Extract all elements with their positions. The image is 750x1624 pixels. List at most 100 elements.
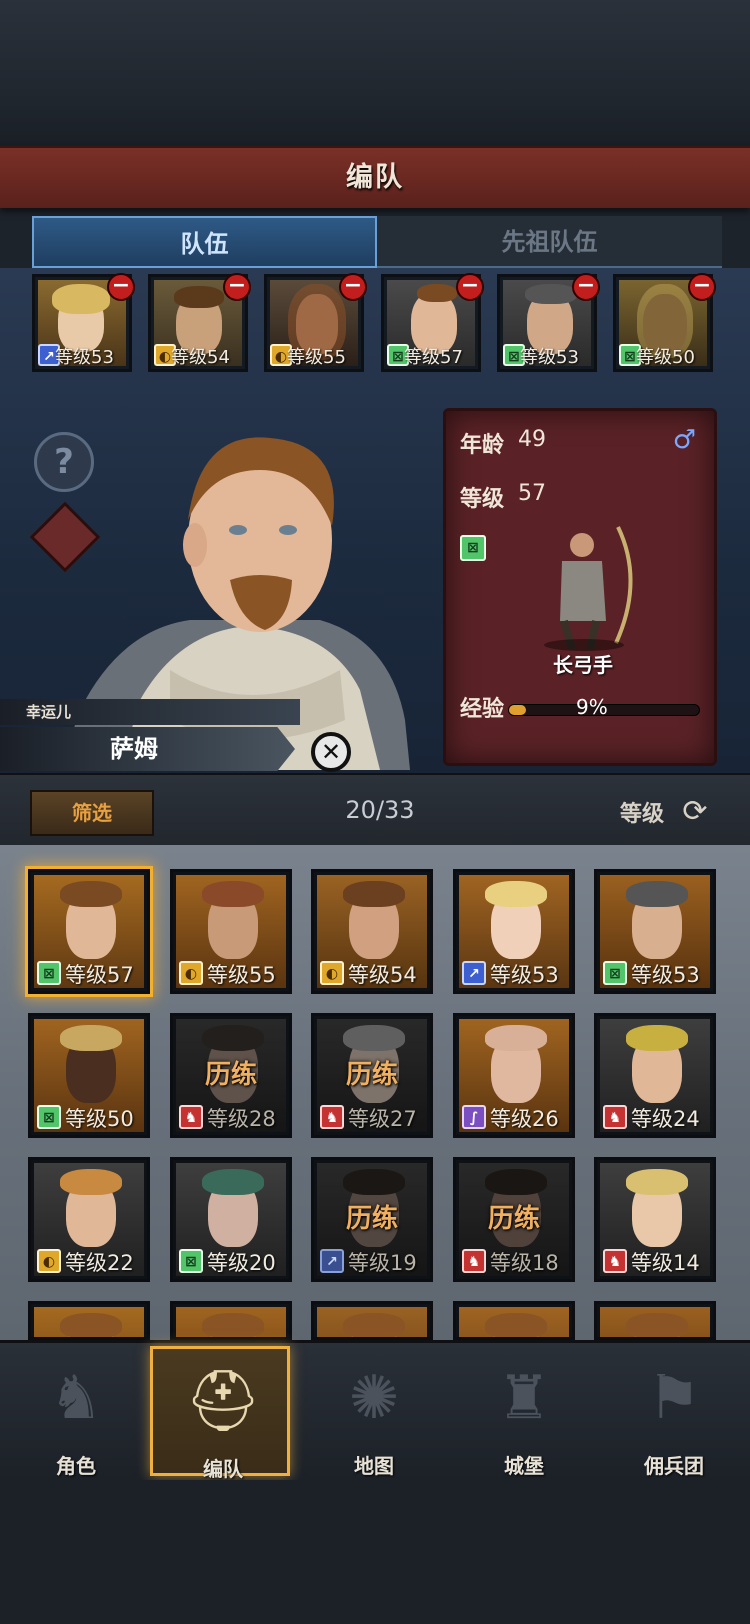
class-icon: ⊠: [179, 1249, 203, 1273]
tab-team[interactable]: 队伍: [32, 216, 377, 268]
trait-label: 幸运儿: [0, 699, 300, 725]
roster-hero-card[interactable]: [453, 1301, 575, 1340]
remove-icon[interactable]: −: [223, 273, 251, 301]
banner-icon: ⚑: [647, 1363, 701, 1433]
hero-level: 等级55: [207, 963, 276, 987]
hero-level: 等级18: [490, 1251, 559, 1275]
nav-label: 佣兵团: [644, 1454, 704, 1478]
sort-label[interactable]: 等级: [620, 796, 664, 828]
nav-mercenary[interactable]: ⚑ 佣兵团: [604, 1346, 744, 1478]
exp-label: 经验: [460, 697, 505, 722]
bow-icon: ⊠: [460, 535, 486, 561]
hero-info-card: 年龄 49 ♂ 等级 57 ⊠ 长弓手 经验 9%: [443, 408, 717, 766]
roster-hero-card[interactable]: ◐ 等级22: [28, 1157, 150, 1282]
hero-level: 等级24: [631, 1107, 700, 1131]
level-value: 57: [518, 481, 546, 506]
roster-hero-card[interactable]: ⊠ 等级53: [594, 869, 716, 994]
remove-icon[interactable]: −: [107, 273, 135, 301]
class-icon: ♞: [320, 1105, 344, 1129]
slot-level: 等级50: [636, 347, 695, 368]
team-slot[interactable]: − ⊠ 等级53: [497, 273, 600, 372]
page-title: 编队: [346, 162, 404, 193]
slot-level: 等级53: [520, 347, 579, 368]
close-icon[interactable]: ✕: [311, 732, 351, 772]
roster-hero-card[interactable]: ♞ 等级14: [594, 1157, 716, 1282]
slot-level: 等级54: [171, 347, 230, 368]
class-icon: ↗: [320, 1249, 344, 1273]
class-icon: ↗: [462, 961, 486, 985]
roster-hero-card[interactable]: [594, 1301, 716, 1340]
nav-label: 地图: [354, 1454, 394, 1478]
training-label: 历练: [204, 1060, 257, 1090]
roster-hero-card[interactable]: ⊠ 等级50: [28, 1013, 150, 1138]
roster-hero-card[interactable]: ⊠ 等级20: [170, 1157, 292, 1282]
nav-label: 角色: [56, 1454, 96, 1478]
class-icon: ♞: [462, 1249, 486, 1273]
exp-percent: 9%: [576, 695, 608, 719]
roster-count: 20/33: [345, 796, 415, 824]
training-label: 历练: [345, 1204, 398, 1234]
roster-hero-card[interactable]: [170, 1301, 292, 1340]
nav-label: 城堡: [504, 1454, 544, 1478]
roster-hero-card[interactable]: ◐ 等级54: [311, 869, 433, 994]
roster-hero-card[interactable]: 历练 ♞ 等级28: [170, 1013, 292, 1138]
castle-icon: ♜: [497, 1363, 551, 1433]
helmet-icon: ⛑: [184, 1366, 262, 1436]
age-label: 年龄: [460, 433, 505, 458]
hero-level: 等级53: [490, 963, 559, 987]
level-label: 等级: [460, 487, 505, 512]
class-icon: ∫: [462, 1105, 486, 1129]
roster-hero-card[interactable]: ◐ 等级55: [170, 869, 292, 994]
team-slot[interactable]: − ◐ 等级55: [264, 273, 367, 372]
male-icon: ♂: [672, 425, 696, 455]
slot-level: 等级55: [287, 347, 346, 368]
roster-hero-card[interactable]: ♞ 等级24: [594, 1013, 716, 1138]
team-slot[interactable]: − ↗ 等级53: [32, 273, 135, 372]
team-slot[interactable]: − ⊠ 等级50: [613, 273, 716, 372]
tab-ancestor-team[interactable]: 先祖队伍: [377, 216, 722, 268]
slot-level: 等级57: [404, 347, 463, 368]
remove-icon[interactable]: −: [572, 273, 600, 301]
roster-hero-card[interactable]: ⊠ 等级57: [28, 869, 150, 994]
nav-formation[interactable]: ⛑ 编队: [150, 1346, 290, 1481]
slot-level: 等级53: [55, 347, 114, 368]
bottom-backdrop: [0, 1480, 750, 1624]
nav-map[interactable]: ✺ 地图: [304, 1346, 444, 1478]
roster-hero-card[interactable]: 历练 ↗ 等级19: [311, 1157, 433, 1282]
roster-hero-card[interactable]: 历练 ♞ 等级18: [453, 1157, 575, 1282]
class-icon: ◐: [37, 1249, 61, 1273]
top-backdrop: [0, 0, 750, 146]
title-banner: 编队: [0, 146, 750, 208]
class-icon: ⊠: [37, 961, 61, 985]
class-icon: ♞: [603, 1249, 627, 1273]
age-value: 49: [518, 427, 546, 452]
hero-level: 等级50: [65, 1107, 134, 1131]
roster-hero-card[interactable]: 历练 ♞ 等级27: [311, 1013, 433, 1138]
filter-button[interactable]: 筛选: [30, 790, 154, 836]
hero-name-bar[interactable]: 萨姆: [0, 727, 295, 771]
class-icon: ♞: [603, 1105, 627, 1129]
refresh-icon[interactable]: ⟳: [678, 795, 712, 829]
hero-level: 等级20: [207, 1251, 276, 1275]
hero-level: 等级53: [631, 963, 700, 987]
nav-castle[interactable]: ♜ 城堡: [454, 1346, 594, 1478]
roster-grid: ⊠ 等级57 ◐ 等级55 ◐ 等级54 ↗ 等级53 ⊠ 等级53 ⊠ 等级50 历练 ♞ 等级28 历练 ♞…: [0, 845, 750, 1340]
nav-character[interactable]: ♞ 角色: [6, 1346, 146, 1478]
compass-icon: ✺: [348, 1363, 400, 1433]
roster-hero-card[interactable]: ∫ 等级26: [453, 1013, 575, 1138]
team-slot[interactable]: − ⊠ 等级57: [381, 273, 484, 372]
hero-level: 等级26: [490, 1107, 559, 1131]
roster-hero-card[interactable]: [311, 1301, 433, 1340]
longbowman-figure: [544, 526, 633, 651]
training-label: 历练: [487, 1204, 540, 1234]
roster-hero-card[interactable]: [28, 1301, 150, 1340]
nav-label: 编队: [203, 1457, 243, 1481]
hero-level: 等级28: [207, 1107, 276, 1131]
roster-hero-card[interactable]: ↗ 等级53: [453, 869, 575, 994]
remove-icon[interactable]: −: [456, 273, 484, 301]
remove-icon[interactable]: −: [688, 273, 716, 301]
hero-level: 等级19: [348, 1251, 417, 1275]
class-icon: ◐: [320, 961, 344, 985]
team-slot[interactable]: − ◐ 等级54: [148, 273, 251, 372]
remove-icon[interactable]: −: [339, 273, 367, 301]
